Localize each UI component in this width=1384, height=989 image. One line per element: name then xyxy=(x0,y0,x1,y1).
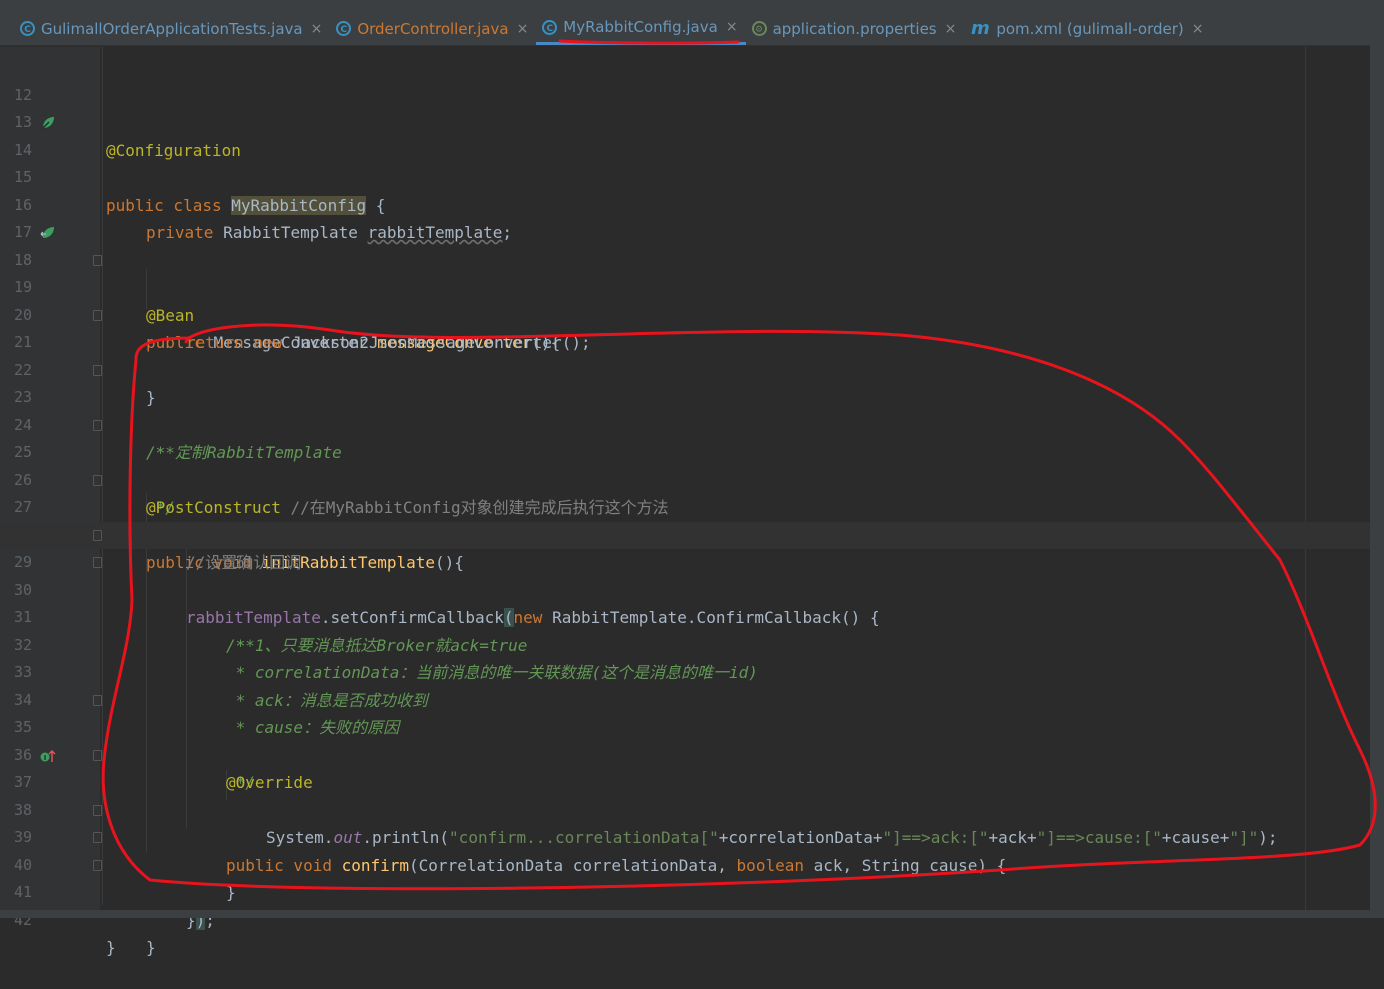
toolbar-strip xyxy=(0,0,1370,12)
code-line: 30 /** xyxy=(0,549,1370,655)
code-line: 26 @PostConstruct //在MyRabbitConfig对象创建完… xyxy=(0,439,1370,518)
code-line: 35 */ xyxy=(0,687,1370,792)
code-line: 33 * ack：消息是否成功收到 xyxy=(0,632,1370,710)
code-line: 32 * correlationData：当前消息的唯一关联数据(这个是消息的唯… xyxy=(0,604,1370,683)
maven-icon: m xyxy=(970,18,990,39)
tab-application-properties[interactable]: ⚙ application.properties × xyxy=(746,12,965,45)
tab-label: pom.xml (gulimall-order) xyxy=(996,19,1184,38)
code-line: 34 * cause：失败的原因 xyxy=(0,659,1370,738)
code-text: } xyxy=(106,938,116,957)
status-bar xyxy=(0,910,1370,918)
implement-icon[interactable]: I xyxy=(40,748,56,764)
code-line: 37 I public void confirm(CorrelationData… xyxy=(0,742,1370,875)
tab-pom-xml[interactable]: m pom.xml (gulimall-order) × xyxy=(964,12,1211,45)
close-icon[interactable]: × xyxy=(311,21,323,37)
fold-icon[interactable] xyxy=(93,557,102,568)
close-icon[interactable]: × xyxy=(517,21,529,37)
tab-label: application.properties xyxy=(772,19,937,38)
code-line-current: 29 rabbitTemplate.setConfirmCallback(new… xyxy=(0,521,1370,627)
code-line: 13 @Configuration xyxy=(0,82,1370,160)
fold-icon[interactable] xyxy=(93,309,102,321)
class-icon: C xyxy=(542,19,558,35)
code-line: 15 xyxy=(0,137,1370,186)
tab-label: GulimallOrderApplicationTests.java xyxy=(41,19,303,38)
class-icon: C xyxy=(336,21,352,36)
fold-icon[interactable] xyxy=(93,254,102,266)
fold-icon[interactable] xyxy=(93,474,102,486)
code-text: } xyxy=(146,938,156,957)
close-icon[interactable]: × xyxy=(945,21,957,37)
fold-icon[interactable] xyxy=(93,804,102,816)
code-line: 31 * 1、只要消息抵达Broker就ack=true xyxy=(0,577,1370,655)
spring-bean-icon[interactable] xyxy=(40,115,56,131)
spring-properties-icon: ⚙ xyxy=(751,21,767,36)
tab-label: MyRabbitConfig.java xyxy=(563,18,718,36)
fold-icon[interactable] xyxy=(93,832,102,843)
code-line: 12 xyxy=(0,54,1370,104)
code-line: 28 //设置确认回调 xyxy=(0,494,1370,573)
code-line: 27 public void initRabbitTemplate(){ xyxy=(0,467,1370,572)
code-line: 19 public MessageConverter messageConver… xyxy=(0,247,1370,352)
error-stripe xyxy=(1370,0,1384,918)
code-line: 20 return new Jackson2JsonMessageConvert… xyxy=(0,274,1370,353)
editor-tab-bar: C GulimallOrderApplicationTests.java × C… xyxy=(0,12,1370,46)
code-line: 24 * 定制RabbitTemplate xyxy=(0,384,1370,463)
fold-icon[interactable] xyxy=(93,859,102,871)
close-icon[interactable]: × xyxy=(726,19,738,35)
code-line: 38 System.out.println("confirm...correla… xyxy=(0,769,1370,848)
code-line: 36 @Override xyxy=(0,714,1370,793)
tab-gulimall-order-application-tests[interactable]: C GulimallOrderApplicationTests.java × xyxy=(14,12,330,45)
code-line: 39 } xyxy=(0,797,1370,902)
fold-icon[interactable] xyxy=(93,694,102,706)
fold-icon[interactable] xyxy=(93,749,102,761)
tab-label: OrderController.java xyxy=(357,19,509,38)
code-line: 16 private RabbitTemplate rabbitTemplate… xyxy=(0,164,1370,243)
fold-icon[interactable] xyxy=(93,419,102,431)
code-line: 21 } xyxy=(0,302,1370,407)
fold-icon[interactable] xyxy=(93,364,102,376)
tab-order-controller[interactable]: C OrderController.java × xyxy=(330,12,536,45)
class-icon: C xyxy=(20,21,35,36)
code-line: 40 }); xyxy=(0,824,1370,930)
close-icon[interactable]: × xyxy=(1192,21,1204,37)
fold-icon[interactable] xyxy=(93,529,102,541)
code-line: 42 } xyxy=(0,879,1370,958)
code-line: 22 xyxy=(0,329,1370,379)
code-line: 14 public class MyRabbitConfig { xyxy=(0,109,1370,215)
code-line: 17 xyxy=(0,192,1370,241)
spring-bean-icon[interactable] xyxy=(40,225,56,241)
tab-my-rabbit-config[interactable]: C MyRabbitConfig.java × xyxy=(536,12,746,45)
code-line: 18 @Bean xyxy=(0,219,1370,325)
code-line: 23 /** xyxy=(0,357,1370,462)
svg-text:I: I xyxy=(44,754,47,762)
code-editor[interactable]: 12 13 @Configuration 14 public class MyR… xyxy=(0,47,1370,958)
code-line: 25 */ xyxy=(0,412,1370,517)
code-line: 41 } xyxy=(0,852,1370,957)
